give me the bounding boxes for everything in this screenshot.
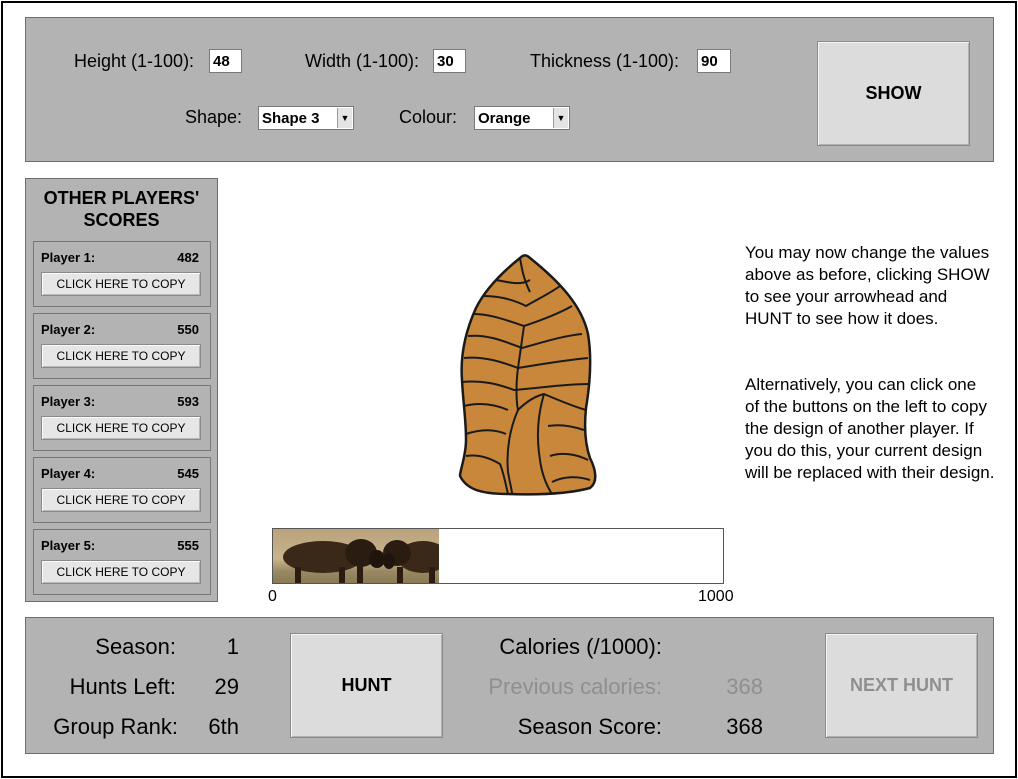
arrowhead-icon: [458, 254, 597, 496]
copy-design-button[interactable]: CLICK HERE TO COPY: [41, 488, 201, 512]
bison-icon: [283, 539, 439, 583]
show-button[interactable]: SHOW: [817, 41, 970, 146]
title-line: SCORES: [83, 210, 160, 230]
player-card: Player 1: 482 CLICK HERE TO COPY: [33, 241, 211, 307]
player-name: Player 2:: [41, 322, 96, 337]
width-input[interactable]: 30: [433, 49, 466, 73]
player-score: 550: [177, 322, 199, 337]
player-score: 545: [177, 466, 199, 481]
player-score: 482: [177, 250, 199, 265]
colour-label: Colour:: [399, 107, 458, 127]
previous-calories-label: Previous calories:: [488, 674, 662, 699]
calorie-progress-bar: [272, 528, 724, 584]
thickness-label: Thickness (1-100):: [530, 51, 680, 71]
hunt-button[interactable]: HUNT: [290, 633, 443, 738]
height-input[interactable]: 48: [209, 49, 242, 73]
copy-design-button[interactable]: CLICK HERE TO COPY: [41, 344, 201, 368]
design-controls-panel: Height (1-100): 48 Width (1-100): 30 Thi…: [25, 17, 994, 162]
copy-design-button[interactable]: CLICK HERE TO COPY: [41, 560, 201, 584]
season-value: 1: [226, 634, 239, 659]
copy-design-button[interactable]: CLICK HERE TO COPY: [41, 272, 201, 296]
player-card: Player 4: 545 CLICK HERE TO COPY: [33, 457, 211, 523]
player-name: Player 1:: [41, 250, 96, 265]
player-card: Player 3: 593 CLICK HERE TO COPY: [33, 385, 211, 451]
player-name: Player 4:: [41, 466, 96, 481]
dropdown-arrow-icon[interactable]: ▼: [553, 108, 568, 128]
group-rank-value: 6th: [208, 714, 239, 739]
height-label: Height (1-100):: [74, 51, 195, 71]
next-hunt-button[interactable]: NEXT HUNT: [825, 633, 978, 738]
colour-select-value: Orange: [478, 110, 531, 127]
hunts-left-value: 29: [214, 674, 239, 699]
calories-label: Calories (/1000):: [499, 634, 662, 659]
thickness-input[interactable]: 90: [697, 49, 731, 73]
bar-min-label: 0: [268, 588, 277, 605]
shape-label: Shape:: [185, 107, 243, 127]
season-score-value: 368: [726, 714, 763, 739]
status-panel: Season: 1 Hunts Left: 29 Group Rank: 6th…: [25, 617, 994, 754]
colour-select[interactable]: Orange ▼: [474, 106, 570, 130]
shape-select[interactable]: Shape 3 ▼: [258, 106, 354, 130]
dropdown-arrow-icon[interactable]: ▼: [337, 108, 352, 128]
hunts-left-label: Hunts Left:: [69, 674, 176, 699]
player-score: 593: [177, 394, 199, 409]
instructions-paragraph: You may now change the values above as b…: [745, 243, 990, 328]
bar-max-label: 1000: [698, 588, 734, 605]
title-line: OTHER PLAYERS': [43, 188, 200, 208]
player-name: Player 3:: [41, 394, 96, 409]
bison-hunt-progress-fill: [273, 529, 439, 583]
player-name: Player 5:: [41, 538, 96, 553]
previous-calories-value: 368: [726, 674, 763, 699]
player-card: Player 2: 550 CLICK HERE TO COPY: [33, 313, 211, 379]
season-score-label: Season Score:: [517, 714, 662, 739]
copy-design-button[interactable]: CLICK HERE TO COPY: [41, 416, 201, 440]
player-score: 555: [177, 538, 199, 553]
group-rank-label: Group Rank:: [53, 714, 178, 739]
season-label: Season:: [95, 634, 176, 659]
width-label: Width (1-100):: [305, 51, 420, 71]
shape-select-value: Shape 3: [262, 110, 320, 127]
instructions-paragraph: Alternatively, you can click one of the …: [745, 375, 995, 482]
other-players-panel: OTHER PLAYERS' SCORES Player 1: 482 CLIC…: [25, 178, 218, 602]
player-card: Player 5: 555 CLICK HERE TO COPY: [33, 529, 211, 595]
other-players-title: OTHER PLAYERS' SCORES: [26, 187, 217, 231]
